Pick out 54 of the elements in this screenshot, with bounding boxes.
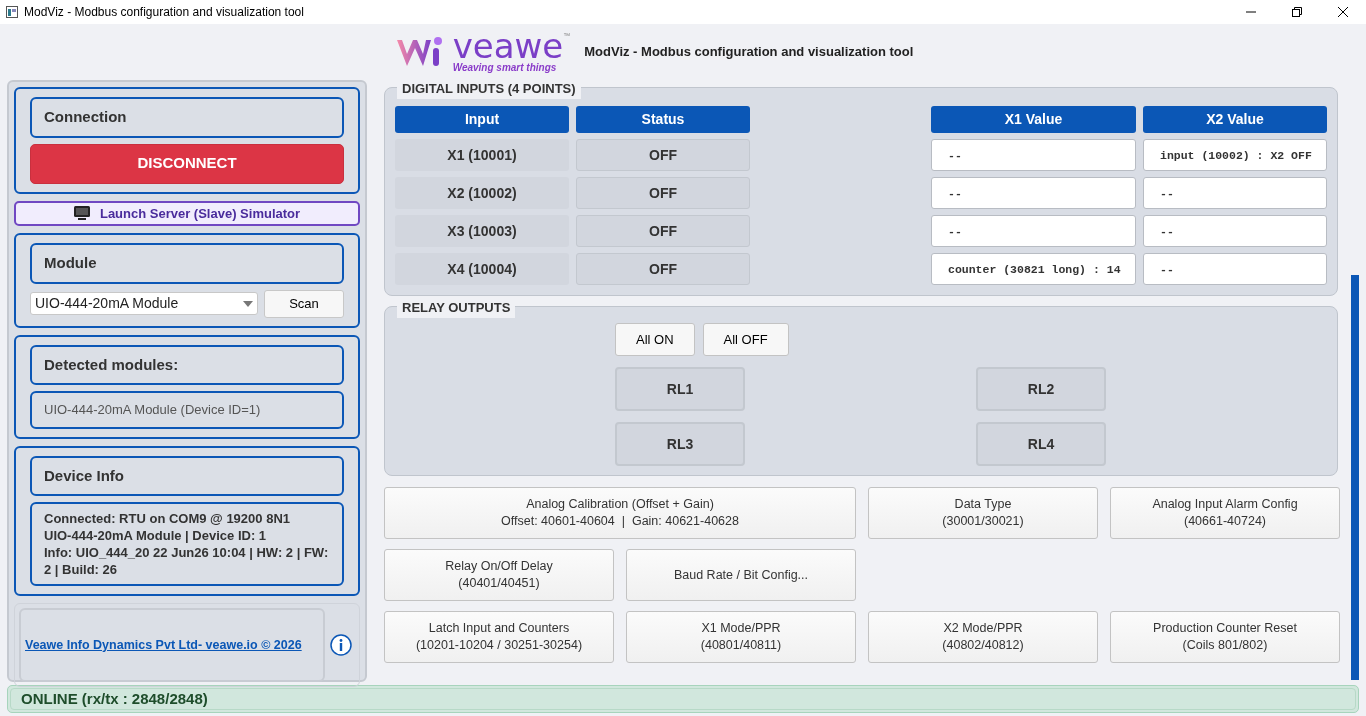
action-button[interactable]: Baud Rate / Bit Config... bbox=[626, 549, 856, 601]
company-link[interactable]: Veawe Info Dynamics Pvt Ltd- veawe.io © 2026 bbox=[25, 635, 302, 655]
section-heading: Device Info bbox=[30, 455, 344, 496]
relay-button[interactable]: RL4 bbox=[976, 422, 1106, 466]
input-label: X1 (10001) bbox=[395, 139, 569, 171]
status-indicator: OFF bbox=[576, 215, 750, 247]
action-button[interactable]: Data Type (30001/30021) bbox=[868, 487, 1098, 539]
section-heading: Detected modules: bbox=[30, 344, 344, 385]
section-heading: Module bbox=[30, 243, 344, 284]
app-icon bbox=[6, 6, 18, 18]
status-text: ONLINE (rx/tx : 2848/2848) bbox=[10, 688, 1356, 710]
column-header: Input bbox=[395, 106, 569, 133]
disconnect-button[interactable]: DISCONNECT bbox=[30, 143, 344, 184]
caret-icon bbox=[242, 300, 253, 307]
action-button[interactable]: Production Counter Reset (Coils 801/802) bbox=[1110, 611, 1340, 663]
input-label: X4 (10004) bbox=[395, 253, 569, 285]
app-title: ModViz - Modbus configuration and visualization tool bbox=[584, 43, 914, 62]
column-header: X1 Value bbox=[931, 106, 1136, 133]
action-button[interactable]: Latch Input and Counters (10201-10204 / 30251-30254) bbox=[384, 611, 614, 663]
value-field[interactable]: -- bbox=[1143, 177, 1327, 209]
all-relays-button[interactable]: All OFF bbox=[702, 323, 789, 356]
input-label: X2 (10002) bbox=[395, 177, 569, 209]
action-button[interactable]: X2 Mode/PPR (40802/40812) bbox=[868, 611, 1098, 663]
status-indicator: OFF bbox=[576, 253, 750, 285]
value-field[interactable]: -- bbox=[1143, 215, 1327, 247]
input-label: X3 (10003) bbox=[395, 215, 569, 247]
action-button[interactable]: Relay On/Off Delay (40401/40451) bbox=[384, 549, 614, 601]
value-field[interactable]: -- bbox=[931, 139, 1136, 171]
status-indicator: OFF bbox=[576, 177, 750, 209]
relay-button[interactable]: RL1 bbox=[615, 367, 745, 411]
column-header: X2 Value bbox=[1143, 106, 1327, 133]
action-button[interactable]: X1 Mode/PPR (40801/40811) bbox=[626, 611, 856, 663]
value-field[interactable]: input (10002) : X2 OFF bbox=[1143, 139, 1327, 171]
relay-button[interactable]: RL2 bbox=[976, 367, 1106, 411]
module-dropdown[interactable]: UIO-444-20mA Module bbox=[30, 292, 258, 315]
status-indicator: OFF bbox=[576, 139, 750, 171]
window-title: ModViz - Modbus configuration and visualization tool bbox=[24, 4, 304, 21]
value-field[interactable]: -- bbox=[931, 177, 1136, 209]
value-field[interactable]: -- bbox=[1143, 253, 1327, 285]
device-info-text: Connected: RTU on COM9 @ 19200 8N1 UIO-444-20mA Module | Device ID: 1 Info: UIO_444_20 22 Jun26 10:04 | HW: 2 | FW: 2 | Build: 26 bbox=[30, 502, 344, 586]
action-button[interactable]: Analog Calibration (Offset + Gain) Offset: 40601-40604 | Gain: 40621-40628 bbox=[384, 487, 856, 539]
scan-button[interactable]: Scan bbox=[264, 289, 344, 318]
simulator-button[interactable]: Launch Server (Slave) Simulator bbox=[14, 200, 360, 226]
all-relays-button[interactable]: All ON bbox=[615, 323, 695, 356]
action-button[interactable]: Analog Input Alarm Config (40661-40724) bbox=[1110, 487, 1340, 539]
value-field[interactable]: counter (30821 long) : 14 bbox=[931, 253, 1136, 285]
detected-module-item[interactable]: UIO-444-20mA Module (Device ID=1) bbox=[30, 391, 344, 429]
section-heading: Connection bbox=[30, 97, 344, 138]
scrollbar-thumb[interactable] bbox=[1351, 275, 1359, 680]
relay-button[interactable]: RL3 bbox=[615, 422, 745, 466]
monitor-icon bbox=[73, 206, 90, 221]
value-field[interactable]: -- bbox=[931, 215, 1136, 247]
info-icon[interactable] bbox=[330, 634, 352, 656]
column-header: Status bbox=[576, 106, 750, 133]
